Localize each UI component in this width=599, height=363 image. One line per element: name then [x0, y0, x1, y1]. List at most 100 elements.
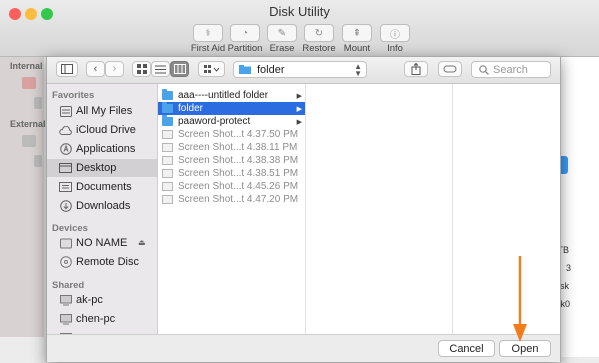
sidebar-item-applications[interactable]: Applications: [47, 140, 157, 158]
sidebar-item-icloud-drive[interactable]: iCloud Drive: [47, 121, 157, 139]
tag-icon: [443, 65, 457, 73]
image-file-icon: [162, 182, 173, 191]
file-row[interactable]: aaa----untitled folder ▶: [158, 89, 305, 102]
back-button[interactable]: ‹: [86, 61, 105, 77]
sidebar-item-remote-disc[interactable]: Remote Disc: [47, 253, 157, 271]
sidebar-item-label: Desktop: [76, 162, 117, 174]
icon-view-button[interactable]: [132, 61, 151, 77]
sidebar-item-label: Downloads: [76, 200, 131, 212]
sidebar-item-label: chen-pc: [76, 313, 116, 325]
sidebar-item-label: Applications: [76, 143, 136, 155]
column-1: aaa----untitled folder ▶ folder ▶ paaword-pr…: [158, 84, 306, 334]
column-2: [306, 84, 453, 334]
chevron-left-icon: ‹: [93, 63, 98, 75]
file-name: Screen Shot...t 4.47.20 PM: [178, 194, 299, 205]
sidebar-icon: [61, 64, 73, 74]
file-name: folder: [178, 103, 204, 114]
file-row[interactable]: Screen Shot...t 4.38.38 PM: [158, 154, 305, 167]
file-row[interactable]: paaword-protect ▶: [158, 115, 305, 128]
partition-icon: ◔: [230, 24, 260, 42]
external-volume-icon[interactable]: [34, 155, 42, 167]
column-view-button[interactable]: [170, 61, 189, 77]
sidebar-item-all-my-files[interactable]: All My Files: [47, 102, 157, 120]
volume-icon[interactable]: [34, 97, 42, 109]
search-icon: [479, 64, 489, 75]
list-view-button[interactable]: [151, 61, 170, 77]
image-file-icon: [162, 169, 173, 178]
search-field[interactable]: Search: [471, 61, 551, 78]
internal-disk-icon[interactable]: [22, 77, 36, 89]
file-name: paaword-protect: [178, 116, 251, 127]
mount-label: Mount: [343, 43, 371, 54]
file-row[interactable]: Screen Shot...t 4.45.26 PM: [158, 180, 305, 193]
info-icon: ⓘ: [380, 24, 410, 42]
disk-utility-sidebar: Internal External: [0, 57, 46, 337]
download-icon: [59, 200, 72, 212]
sidebar-item-label: iCloud Drive: [76, 124, 136, 136]
sidebar-item-documents[interactable]: Documents: [47, 178, 157, 196]
sidebar-item-label: All My Files: [76, 105, 133, 117]
cancel-button[interactable]: Cancel: [438, 340, 495, 357]
favorites-heading: Favorites: [52, 90, 95, 101]
info-button[interactable]: ⓘ Info: [372, 24, 418, 54]
erase-icon: ✎: [267, 24, 297, 42]
updown-chevron-icon: ▲ ▼: [354, 62, 362, 78]
sidebar-item-ak-pc[interactable]: ak-pc: [47, 291, 157, 309]
file-name: Screen Shot...t 4.38.11 PM: [178, 142, 298, 153]
sidebar-item-label: ak-pc: [76, 294, 103, 306]
disclosure-arrow-icon: ▶: [296, 92, 302, 100]
annotation-arrow-icon: [513, 256, 527, 342]
chevron-right-icon: ›: [112, 63, 117, 75]
share-button[interactable]: [404, 61, 428, 77]
image-file-icon: [162, 130, 173, 139]
file-row[interactable]: Screen Shot...t 4.47.20 PM: [158, 193, 305, 206]
grid-icon: [136, 64, 147, 74]
file-row[interactable]: Screen Shot...t 4.38.51 PM: [158, 167, 305, 180]
internal-heading: Internal: [10, 61, 43, 71]
eject-icon[interactable]: ⏏: [138, 238, 146, 247]
sidebar-item-chen-pc[interactable]: chen-pc: [47, 310, 157, 328]
external-heading: External: [10, 119, 46, 129]
shared-heading: Shared: [52, 280, 85, 291]
partition-label: Partition: [227, 43, 263, 54]
stethoscope-icon: ⚕: [193, 24, 223, 42]
file-name: Screen Shot...t 4.37.50 PM: [178, 129, 299, 140]
titlebar: Disk Utility ⚕ First Aid ◔ Partition ✎ E…: [0, 0, 599, 57]
forward-button[interactable]: ›: [105, 61, 124, 77]
file-name: aaa----untitled folder: [178, 90, 269, 101]
external-disk-icon[interactable]: [22, 135, 36, 147]
window-title: Disk Utility: [269, 4, 330, 19]
arrange-icon: [203, 65, 219, 73]
disk-utility-detail-pane: [560, 57, 599, 357]
sidebar-toggle-button[interactable]: [56, 61, 78, 77]
tags-button[interactable]: [438, 61, 462, 77]
columns-icon: [173, 64, 186, 74]
all-files-icon: [59, 105, 72, 117]
panel-footer: Cancel Open: [47, 334, 560, 362]
arrange-menu-button[interactable]: [198, 61, 225, 77]
location-popup[interactable]: folder ▲ ▼: [233, 61, 367, 78]
sidebar-item-label: Remote Disc: [76, 256, 139, 268]
panel-toolbar: ‹ › folder ▲ ▼ Search: [47, 57, 560, 84]
column-3: [453, 84, 559, 334]
sidebar-item-desktop[interactable]: Desktop: [47, 159, 157, 177]
column-browser: aaa----untitled folder ▶ folder ▶ paaword-pr…: [158, 84, 560, 334]
file-row[interactable]: Screen Shot...t 4.38.11 PM: [158, 141, 305, 154]
file-row[interactable]: folder ▶: [158, 102, 305, 115]
sidebar-item-downloads[interactable]: Downloads: [47, 197, 157, 215]
file-row[interactable]: Screen Shot...t 4.37.50 PM: [158, 128, 305, 141]
open-panel: ‹ › folder ▲ ▼ Search Favorites All My F…: [46, 56, 561, 362]
disclosure-arrow-icon: ▶: [296, 105, 302, 113]
info-cell: 3: [565, 263, 571, 273]
sidebar-item-label: Documents: [76, 181, 132, 193]
folder-icon: [162, 102, 173, 113]
location-label: folder: [257, 63, 285, 76]
file-name: Screen Shot...t 4.38.38 PM: [178, 155, 299, 166]
file-name: Screen Shot...t 4.38.51 PM: [178, 168, 299, 179]
first-aid-label: First Aid: [190, 43, 226, 54]
share-icon: [411, 63, 421, 75]
image-file-icon: [162, 143, 173, 152]
list-icon: [155, 65, 166, 73]
restore-label: Restore: [302, 43, 336, 54]
disclosure-arrow-icon: ▶: [296, 118, 302, 126]
